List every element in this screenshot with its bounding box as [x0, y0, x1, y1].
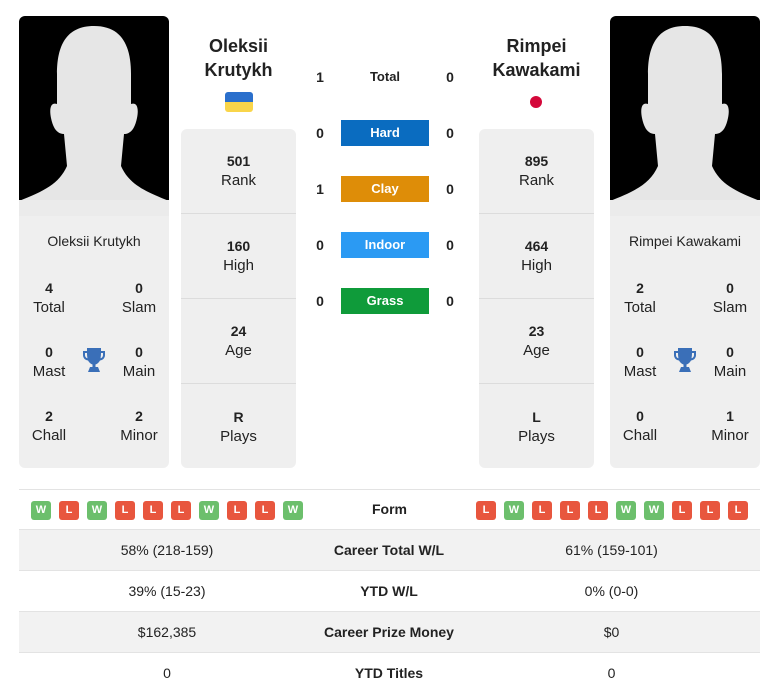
h2h-p1-value: 1: [316, 181, 324, 197]
h2h-row-clay: 1 Clay 0: [310, 176, 460, 202]
player1-name[interactable]: Oleksii Krutykh: [181, 34, 296, 82]
form-loss-badge[interactable]: L: [672, 501, 692, 520]
comparison-row-ytd-wl: 39% (15-23) YTD W/L 0% (0-0): [19, 571, 760, 612]
h2h-p1-value: 1: [316, 69, 324, 85]
player1-form: WLWLLLWLLW: [31, 501, 303, 520]
h2h-p2-value: 0: [446, 293, 454, 309]
player2-value: 0% (0-0): [584, 583, 639, 599]
player-silhouette-icon: [610, 26, 760, 216]
player1-age: 24 Age: [181, 299, 296, 384]
h2h-p1-value: 0: [316, 125, 324, 141]
player2-high: 464 High: [479, 214, 594, 299]
h2h-p1-value: 0: [316, 237, 324, 253]
form-loss-badge[interactable]: L: [532, 501, 552, 520]
form-loss-badge[interactable]: L: [700, 501, 720, 520]
surface-badge-indoor[interactable]: Indoor: [341, 232, 429, 258]
comparison-row-prize-money: $162,385 Career Prize Money $0: [19, 612, 760, 653]
player1-value: 58% (218-159): [120, 542, 214, 558]
ukraine-flag-icon: [225, 92, 253, 112]
form-loss-badge[interactable]: L: [588, 501, 608, 520]
h2h-p2-value: 0: [446, 69, 454, 85]
form-win-badge[interactable]: W: [504, 501, 524, 520]
comparison-row-ytd-titles: 0 YTD Titles 0: [19, 653, 760, 694]
player1-titles-card: Oleksii Krutykh 4 Total 0 Slam 0 Mast 0 Main…: [19, 216, 169, 468]
h2h-p2-value: 0: [446, 181, 454, 197]
player-silhouette-icon: [19, 26, 169, 216]
player2-titles-card: Rimpei Kawakami 2 Total 0 Slam 0 Mast 0 Main…: [610, 216, 760, 468]
row-label: YTD W/L: [360, 583, 418, 599]
form-win-badge[interactable]: W: [283, 501, 303, 520]
player1-value: $162,385: [137, 624, 197, 640]
form-loss-badge[interactable]: L: [115, 501, 135, 520]
surface-badge-clay[interactable]: Clay: [341, 176, 429, 202]
h2h-row-grass: 0 Grass 0: [310, 288, 460, 314]
h2h-row-total: 1 Total 0: [310, 64, 460, 90]
player1-full-name: Oleksii Krutykh: [47, 233, 141, 249]
japan-flag-icon: [530, 96, 542, 108]
h2h-p2-value: 0: [446, 125, 454, 141]
row-label: YTD Titles: [354, 665, 424, 681]
form-loss-badge[interactable]: L: [171, 501, 191, 520]
h2h-row-hard: 0 Hard 0: [310, 120, 460, 146]
trophy-icon: [83, 348, 105, 372]
player1-titles-slam: 0 Slam: [121, 280, 157, 316]
player1-titles-minor: 2 Minor: [120, 408, 158, 444]
player2-value: $0: [603, 624, 620, 640]
h2h-p2-value: 0: [446, 237, 454, 253]
player2-full-name: Rimpei Kawakami: [628, 233, 742, 249]
player1-rank: 501 Rank: [181, 129, 296, 214]
player1-value: 39% (15-23): [128, 583, 206, 599]
player2-titles-slam: 0 Slam: [712, 280, 748, 316]
comparison-row-career-wl: 58% (218-159) Career Total W/L 61% (159-…: [19, 530, 760, 571]
row-label: Career Total W/L: [333, 542, 445, 558]
surface-badge-grass[interactable]: Grass: [341, 288, 429, 314]
player1-titles-total: 4 Total: [33, 280, 65, 316]
player2-titles-minor: 1 Minor: [711, 408, 749, 444]
row-label: Career Prize Money: [324, 624, 454, 640]
player1-titles-chall: 2 Chall: [31, 408, 67, 444]
player2-plays: L Plays: [518, 408, 555, 445]
h2h-p1-value: 0: [316, 293, 324, 309]
h2h-label: Total: [369, 69, 401, 84]
player1-value: 0: [163, 665, 171, 681]
player1-high: 160 High: [181, 214, 296, 299]
player1-stats: 501 Rank 160 High 24 Age R Plays: [181, 129, 296, 468]
form-row: Form WLWLLLWLLW LWLLLWWLLL: [19, 489, 760, 530]
trophy-icon: [674, 348, 696, 372]
player2-rank: 895 Rank: [479, 129, 594, 214]
form-win-badge[interactable]: W: [616, 501, 636, 520]
form-loss-badge[interactable]: L: [560, 501, 580, 520]
player1-titles-main: 0 Main: [122, 344, 156, 380]
player2-form: LWLLLWWLLL: [476, 501, 748, 520]
player2-stats: 895 Rank 464 High 23 Age L Plays: [479, 129, 594, 468]
player2-photo: [610, 16, 760, 216]
form-win-badge[interactable]: W: [31, 501, 51, 520]
form-win-badge[interactable]: W: [199, 501, 219, 520]
player2-titles-total: 2 Total: [624, 280, 656, 316]
surface-badge-hard[interactable]: Hard: [341, 120, 429, 146]
player2-value: 0: [607, 665, 616, 681]
player2-titles-chall: 0 Chall: [622, 408, 658, 444]
form-loss-badge[interactable]: L: [476, 501, 496, 520]
player1-plays: R Plays: [220, 408, 257, 445]
h2h-row-indoor: 0 Indoor 0: [310, 232, 460, 258]
player1-titles-mast: 0 Mast: [32, 344, 66, 380]
form-loss-badge[interactable]: L: [59, 501, 79, 520]
player2-age: 23 Age: [479, 299, 594, 384]
player2-name[interactable]: Rimpei Kawakami: [479, 34, 594, 82]
form-win-badge[interactable]: W: [87, 501, 107, 520]
player2-titles-mast: 0 Mast: [623, 344, 657, 380]
player1-photo: [19, 16, 169, 216]
form-loss-badge[interactable]: L: [255, 501, 275, 520]
form-loss-badge[interactable]: L: [227, 501, 247, 520]
player2-titles-main: 0 Main: [713, 344, 747, 380]
form-loss-badge[interactable]: L: [143, 501, 163, 520]
player2-value: 61% (159-101): [565, 542, 658, 558]
form-loss-badge[interactable]: L: [728, 501, 748, 520]
form-win-badge[interactable]: W: [644, 501, 664, 520]
